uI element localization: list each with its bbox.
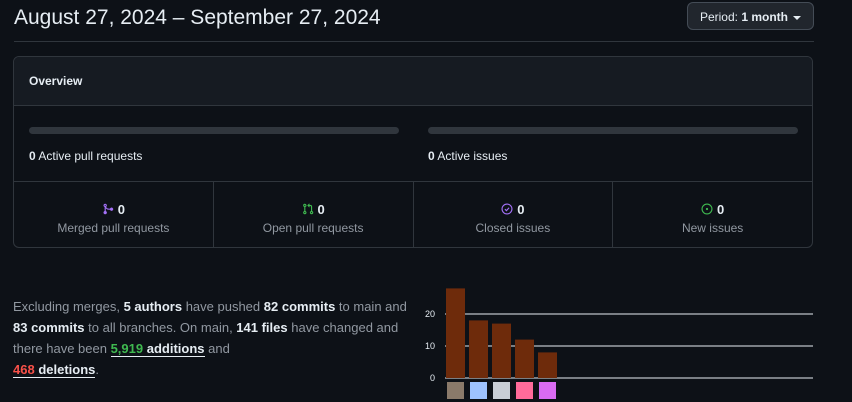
- summary-text: have pushed: [182, 299, 264, 314]
- author-avatar[interactable]: [447, 382, 464, 399]
- new-issues-label: New issues: [681, 221, 744, 235]
- closed-issues-count: 0: [517, 201, 525, 217]
- open-pr-label: Open pull requests: [262, 221, 364, 235]
- merged-label: Merged pull requests: [57, 221, 170, 235]
- commit-summary: Excluding merges, 5 authors have pushed …: [13, 296, 413, 380]
- merge-icon: [102, 203, 114, 215]
- activity-bars: 0 Active pull requests 0 Active issues: [14, 106, 812, 182]
- commits-all-count: 83 commits: [13, 320, 85, 335]
- page-title: August 27, 2024 – September 27, 2024: [14, 6, 381, 29]
- summary-text: .: [95, 362, 100, 377]
- issue-opened-icon: [701, 203, 713, 215]
- overview-heading: Overview: [14, 57, 812, 106]
- active-pull-requests-text: Active pull requests: [38, 149, 143, 163]
- closed-issues-label: Closed issues: [475, 221, 551, 235]
- commits-main-count: 82 commits: [263, 299, 336, 314]
- issue-closed-icon: [501, 203, 513, 215]
- author-avatar[interactable]: [493, 382, 510, 399]
- summary-text: and: [204, 341, 230, 356]
- pull-request-icon: [302, 203, 314, 215]
- issues-bar-block[interactable]: 0 Active issues: [428, 127, 798, 163]
- commit-bar[interactable]: [492, 323, 511, 378]
- commit-bar[interactable]: [446, 288, 465, 378]
- pull-requests-bar-block[interactable]: 0 Active pull requests: [29, 127, 399, 163]
- active-issues-label: 0 Active issues: [428, 149, 798, 163]
- period-value: 1 month: [741, 10, 788, 24]
- deletions-word[interactable]: deletions: [34, 362, 96, 378]
- commit-bar[interactable]: [538, 352, 557, 378]
- author-avatar[interactable]: [470, 382, 487, 399]
- new-issues-stat[interactable]: 0 New issues: [613, 182, 812, 247]
- open-pull-requests-stat[interactable]: 0 Open pull requests: [214, 182, 414, 247]
- overview-stats: 0 Merged pull requests 0 Open pull reque…: [14, 182, 812, 247]
- page-header: August 27, 2024 – September 27, 2024 Per…: [14, 0, 814, 42]
- author-avatar[interactable]: [516, 382, 533, 399]
- active-issues-text: Active issues: [437, 149, 508, 163]
- active-issues-count: 0: [428, 149, 435, 163]
- period-dropdown-button[interactable]: Period: 1 month: [686, 2, 814, 30]
- closed-issues-stat[interactable]: 0 Closed issues: [414, 182, 614, 247]
- y-tick-label: 0: [430, 373, 435, 383]
- pull-requests-progress-bar: [29, 127, 399, 134]
- summary-text: to all branches. On main,: [84, 320, 237, 335]
- summary-text: Excluding merges,: [13, 299, 124, 314]
- merged-pull-requests-stat[interactable]: 0 Merged pull requests: [14, 182, 214, 247]
- overview-panel: Overview 0 Active pull requests 0 Active…: [13, 56, 813, 248]
- merged-count: 0: [117, 201, 125, 217]
- caret-down-icon: [793, 15, 801, 20]
- additions-word[interactable]: additions: [143, 341, 205, 357]
- files-count: 141 files: [236, 320, 288, 335]
- active-pull-requests-label: 0 Active pull requests: [29, 149, 399, 163]
- issues-progress-bar: [428, 127, 798, 134]
- open-pr-count: 0: [317, 201, 325, 217]
- authors-count: 5 authors: [123, 299, 183, 314]
- y-tick-label: 10: [425, 341, 435, 351]
- period-prefix: Period:: [699, 10, 738, 24]
- active-pull-requests-count: 0: [29, 149, 36, 163]
- additions-link[interactable]: 5,919: [110, 341, 144, 357]
- commit-bar[interactable]: [469, 320, 488, 378]
- new-issues-count: 0: [717, 201, 725, 217]
- y-tick-label: 20: [425, 309, 435, 319]
- author-avatar[interactable]: [539, 382, 556, 399]
- commit-bar[interactable]: [515, 339, 534, 378]
- commits-by-author-chart: 0 10 20: [425, 288, 813, 399]
- summary-text: to main and: [335, 299, 407, 314]
- deletions-link[interactable]: 468: [13, 362, 35, 378]
